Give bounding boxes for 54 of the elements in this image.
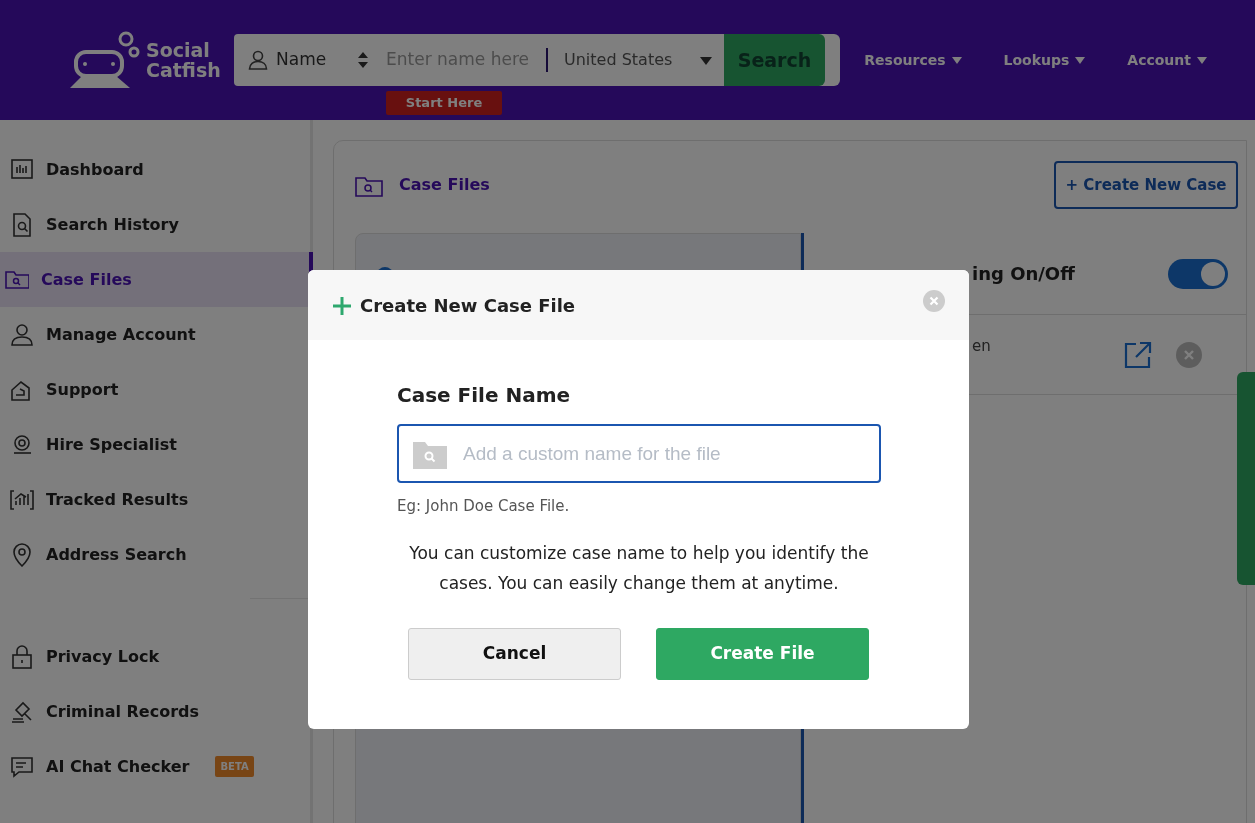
case-entry-text: en bbox=[972, 336, 991, 358]
field-label: Case File Name bbox=[397, 382, 572, 409]
modal-title: Create New Case File bbox=[360, 293, 576, 318]
location-pin-icon bbox=[10, 542, 34, 567]
folder-search-icon bbox=[355, 174, 383, 197]
nav-menu[interactable]: Resources bbox=[864, 49, 962, 71]
person-icon bbox=[10, 322, 34, 347]
start-here-tag: Start Here bbox=[386, 91, 502, 115]
sidebar-item-label: AI Chat Checker bbox=[46, 755, 190, 778]
nav-menu[interactable]: Account bbox=[1127, 49, 1207, 71]
close-icon[interactable] bbox=[923, 289, 945, 312]
gavel-icon bbox=[10, 699, 34, 724]
sidebar-item[interactable]: AI Chat Checker BETA bbox=[0, 739, 310, 794]
sidebar-item[interactable]: Tracked Results bbox=[0, 472, 310, 527]
close-icon[interactable] bbox=[1176, 341, 1202, 368]
chat-icon bbox=[10, 754, 34, 779]
create-case-button[interactable]: + Create New Case bbox=[1054, 161, 1238, 209]
case-name-field[interactable]: Add a custom name for the file bbox=[397, 424, 881, 483]
sidebar-item[interactable]: Dashboard bbox=[0, 142, 310, 197]
search-type-label: Name bbox=[276, 48, 327, 72]
sidebar-item[interactable]: Manage Account bbox=[0, 307, 310, 362]
description-text: You can customize case name to help you identify the cases. You can easily change them at anytime. bbox=[408, 541, 870, 595]
padlock-icon bbox=[10, 644, 34, 669]
chart-icon bbox=[10, 157, 34, 182]
sort-icon bbox=[358, 52, 368, 69]
example-text: Eg: John Doe Case File. bbox=[397, 496, 571, 517]
folder-search-icon bbox=[413, 439, 447, 469]
caret-icon bbox=[951, 57, 962, 64]
sidebar-item[interactable]: Case Files bbox=[0, 252, 313, 307]
sidebar-item[interactable]: Criminal Records bbox=[0, 684, 310, 739]
section-title: Case Files bbox=[399, 174, 490, 196]
document-search-icon bbox=[10, 212, 34, 237]
nav-menu[interactable]: Lookups bbox=[1003, 49, 1086, 71]
sidebar-item[interactable]: Search History bbox=[0, 197, 310, 252]
sidebar-item[interactable]: Support bbox=[0, 362, 310, 417]
create-file-button[interactable]: Create File bbox=[656, 627, 869, 680]
beta-badge: BETA bbox=[215, 756, 254, 777]
caret-icon bbox=[1075, 57, 1086, 64]
side-tab[interactable] bbox=[1237, 372, 1255, 585]
tracking-toggle[interactable] bbox=[1168, 258, 1228, 289]
cancel-button[interactable]: Cancel bbox=[408, 627, 621, 680]
sidebar-item[interactable]: Address Search bbox=[0, 527, 310, 582]
person-icon bbox=[248, 50, 268, 70]
catfish-logo-icon bbox=[68, 30, 140, 90]
logo-text: Social Catfish bbox=[146, 40, 221, 80]
caret-icon bbox=[700, 56, 712, 65]
sidebar-item[interactable]: Hire Specialist bbox=[0, 417, 310, 472]
plus-icon bbox=[332, 295, 352, 316]
sidebar-item[interactable]: Privacy Lock bbox=[0, 629, 310, 684]
caret-icon bbox=[1197, 57, 1207, 64]
external-link-icon[interactable] bbox=[1124, 340, 1152, 369]
chart-icon bbox=[10, 487, 34, 512]
tracking-label: ing On/Off bbox=[972, 262, 1075, 286]
search-type-select[interactable]: Name bbox=[234, 47, 384, 73]
